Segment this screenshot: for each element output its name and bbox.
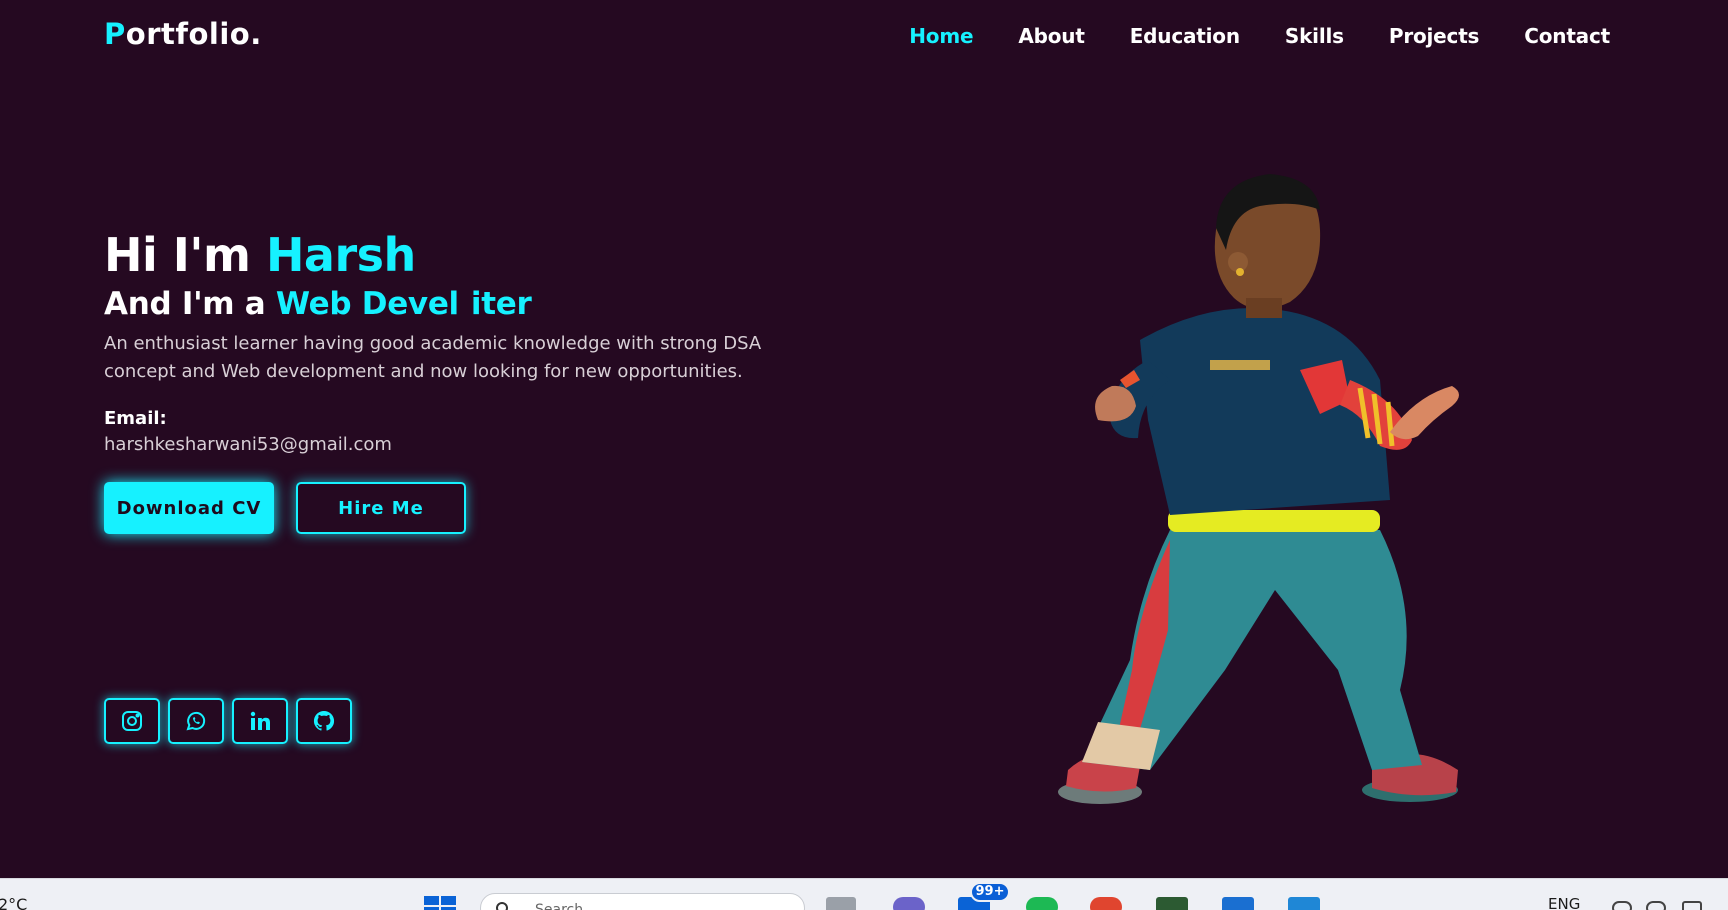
spotify-icon[interactable]	[1026, 897, 1058, 910]
language-indicator[interactable]: ENG	[1548, 895, 1580, 910]
hero-section: Hi I'm Harsh And I'm a Web Devel iter An …	[104, 225, 824, 534]
hero-role-line: And I'm a Web Devel iter	[104, 286, 532, 322]
hero-name: Harsh	[265, 228, 416, 282]
social-links	[104, 698, 352, 744]
weather-widget[interactable]: 2°C	[0, 895, 27, 910]
linkedin-link[interactable]	[232, 698, 288, 744]
github-icon	[313, 710, 335, 731]
battery-icon[interactable]	[1682, 901, 1702, 910]
whatsapp-link[interactable]	[168, 698, 224, 744]
hire-me-button[interactable]: Hire Me	[296, 482, 466, 534]
nav-education[interactable]: Education	[1130, 24, 1240, 48]
portfolio-page: Portfolio. Home About Education Skills P…	[0, 0, 1728, 910]
hero-character-image	[1058, 174, 1459, 804]
linkedin-icon	[250, 711, 270, 730]
calendar-icon[interactable]	[1222, 897, 1254, 910]
chrome-icon[interactable]	[1090, 897, 1122, 910]
hero-buttons: Download CV Hire Me	[104, 482, 824, 534]
instagram-icon	[122, 711, 142, 731]
typed-role: Web Devel iter	[275, 286, 532, 322]
nav-contact[interactable]: Contact	[1524, 24, 1610, 48]
taskbar-search-input[interactable]: Search	[480, 893, 805, 910]
github-link[interactable]	[296, 698, 352, 744]
task-view-icon[interactable]	[826, 897, 856, 910]
nav-home[interactable]: Home	[909, 24, 973, 48]
nav-skills[interactable]: Skills	[1285, 24, 1344, 48]
main-nav: Home About Education Skills Projects Con…	[909, 24, 1610, 48]
notification-badge: 99+	[970, 882, 1010, 902]
app-icon[interactable]	[1156, 897, 1188, 910]
hero-description: An enthusiast learner having good academ…	[104, 333, 762, 382]
teams-icon[interactable]	[893, 897, 925, 910]
hero-title: Hi I'm Harsh	[104, 228, 416, 282]
email-value: harshkesharwani53@gmail.com	[104, 434, 392, 455]
volume-icon[interactable]	[1646, 901, 1666, 910]
whatsapp-icon	[186, 711, 206, 731]
instagram-link[interactable]	[104, 698, 160, 744]
download-cv-button[interactable]: Download CV	[104, 482, 274, 534]
nav-about[interactable]: About	[1018, 24, 1085, 48]
email-label: Email:	[104, 408, 167, 429]
nav-projects[interactable]: Projects	[1389, 24, 1480, 48]
site-header: Portfolio. Home About Education Skills P…	[0, 0, 1728, 72]
windows-start-icon[interactable]	[424, 896, 456, 910]
os-taskbar: 2°C Search 99+ ENG	[0, 878, 1728, 910]
vscode-icon[interactable]	[1288, 897, 1320, 910]
search-icon	[496, 902, 508, 910]
logo[interactable]: Portfolio.	[104, 17, 262, 51]
wifi-icon[interactable]	[1612, 901, 1632, 910]
